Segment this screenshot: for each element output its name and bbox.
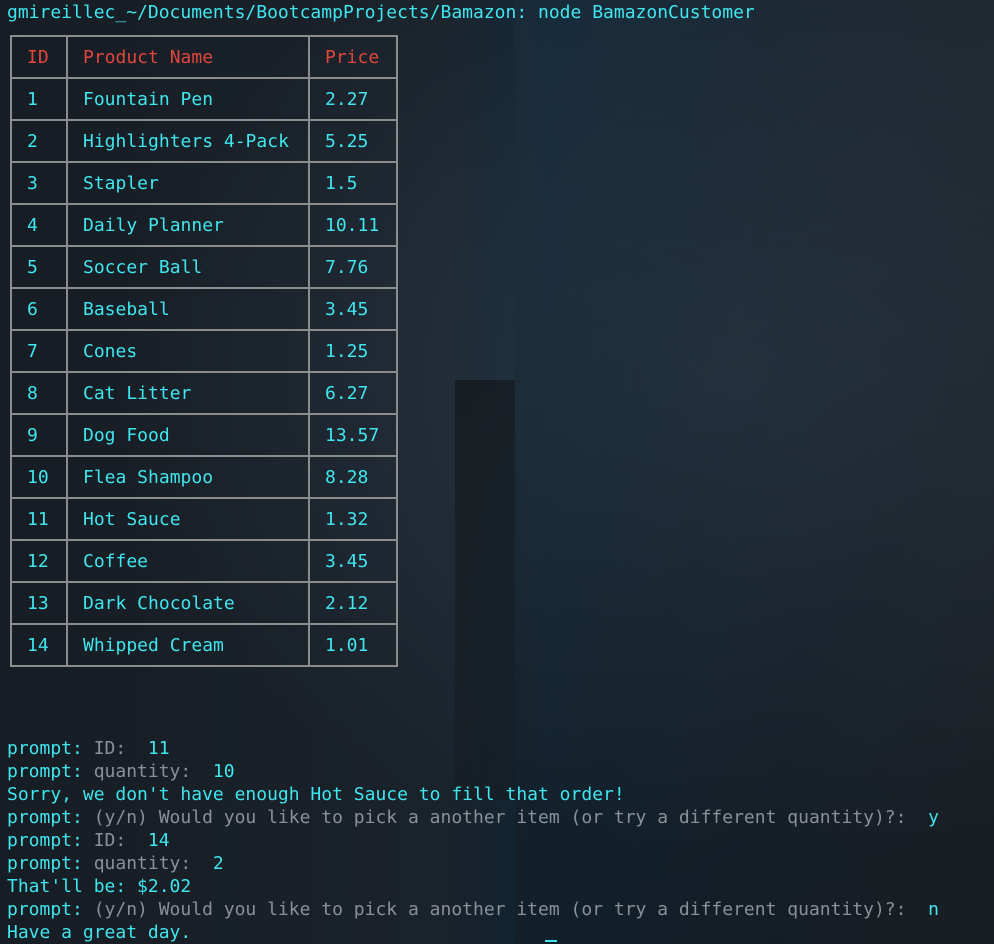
prompt-question: (y/n) Would you like to pick a another i… bbox=[93, 899, 907, 920]
cell-id: 12 bbox=[10, 539, 68, 583]
prompt-prefix: prompt: bbox=[7, 853, 94, 874]
table-row: 1 Fountain Pen 2.27 bbox=[10, 77, 398, 121]
cell-id: 10 bbox=[10, 455, 68, 499]
prompt-line: prompt: (y/n) Would you like to pick a a… bbox=[7, 898, 939, 921]
prompt-answer: 2 bbox=[191, 853, 224, 874]
cell-id: 3 bbox=[10, 161, 68, 205]
prompt-prefix: prompt: bbox=[7, 738, 94, 759]
table-row: 14 Whipped Cream 1.01 bbox=[10, 623, 398, 667]
prompt-line: prompt: ID: 14 bbox=[7, 829, 170, 852]
cell-price: 1.5 bbox=[308, 161, 398, 205]
table-row: 11 Hot Sauce 1.32 bbox=[10, 497, 398, 541]
cell-price: 3.45 bbox=[308, 539, 398, 583]
prompt-answer: n bbox=[906, 899, 939, 920]
prompt-answer: 14 bbox=[126, 830, 170, 851]
cell-price: 2.12 bbox=[308, 581, 398, 625]
terminal-window[interactable]: gmireillec_~/Documents/BootcampProjects/… bbox=[0, 0, 994, 944]
prompt-prefix: prompt: bbox=[7, 761, 94, 782]
prompt-question: ID: bbox=[93, 738, 127, 759]
prompt-line: prompt: (y/n) Would you like to pick a a… bbox=[7, 806, 939, 829]
prompt-prefix: prompt: bbox=[7, 830, 94, 851]
table-row: 12 Coffee 3.45 bbox=[10, 539, 398, 583]
table-row: 8 Cat Litter 6.27 bbox=[10, 371, 398, 415]
cell-price: 7.76 bbox=[308, 245, 398, 289]
cell-id: 4 bbox=[10, 203, 68, 247]
cursor-caret bbox=[545, 940, 557, 942]
table-row: 4 Daily Planner 10.11 bbox=[10, 203, 398, 247]
cell-price: 5.25 bbox=[308, 119, 398, 163]
table-row: 13 Dark Chocolate 2.12 bbox=[10, 581, 398, 625]
product-table: ID Product Name Price 1 Fountain Pen 2.27 2… bbox=[10, 35, 398, 667]
cell-id: 7 bbox=[10, 329, 68, 373]
cell-id: 6 bbox=[10, 287, 68, 331]
prompt-question: quantity: bbox=[93, 853, 192, 874]
prompt-line: prompt: quantity: 10 bbox=[7, 760, 235, 783]
cell-product-name: Soccer Ball bbox=[66, 245, 310, 289]
prompt-answer: 10 bbox=[191, 761, 235, 782]
cell-price: 13.57 bbox=[308, 413, 398, 457]
cell-price: 1.32 bbox=[308, 497, 398, 541]
column-header-product-name: Product Name bbox=[66, 35, 310, 79]
cell-product-name: Cat Litter bbox=[66, 371, 310, 415]
table-row: 9 Dog Food 13.57 bbox=[10, 413, 398, 457]
prompt-line: prompt: quantity: 2 bbox=[7, 852, 224, 875]
cell-product-name: Hot Sauce bbox=[66, 497, 310, 541]
cell-id: 13 bbox=[10, 581, 68, 625]
column-header-price: Price bbox=[308, 35, 398, 79]
table-row: 3 Stapler 1.5 bbox=[10, 161, 398, 205]
output-message: Have a great day. bbox=[7, 922, 192, 943]
prompt-answer: 11 bbox=[126, 738, 170, 759]
prompt-answer: y bbox=[906, 807, 939, 828]
table-row: 5 Soccer Ball 7.76 bbox=[10, 245, 398, 289]
cell-id: 9 bbox=[10, 413, 68, 457]
cell-id: 11 bbox=[10, 497, 68, 541]
shell-command-line: gmireillec_~/Documents/BootcampProjects/… bbox=[7, 2, 755, 23]
output-message: Sorry, we don't have enough Hot Sauce to… bbox=[7, 784, 625, 805]
background-pillar bbox=[455, 380, 515, 800]
table-row: 10 Flea Shampoo 8.28 bbox=[10, 455, 398, 499]
cell-price: 8.28 bbox=[308, 455, 398, 499]
prompt-question: quantity: bbox=[93, 761, 192, 782]
cell-product-name: Highlighters 4-Pack bbox=[66, 119, 310, 163]
cell-id: 1 bbox=[10, 77, 68, 121]
cell-product-name: Daily Planner bbox=[66, 203, 310, 247]
output-message: That'll be: $2.02 bbox=[7, 876, 192, 897]
cell-product-name: Whipped Cream bbox=[66, 623, 310, 667]
cell-id: 14 bbox=[10, 623, 68, 667]
prompt-question: (y/n) Would you like to pick a another i… bbox=[93, 807, 907, 828]
table-row: 7 Cones 1.25 bbox=[10, 329, 398, 373]
cell-product-name: Coffee bbox=[66, 539, 310, 583]
cell-product-name: Dark Chocolate bbox=[66, 581, 310, 625]
cell-product-name: Dog Food bbox=[66, 413, 310, 457]
cell-product-name: Baseball bbox=[66, 287, 310, 331]
prompt-question: ID: bbox=[93, 830, 127, 851]
cell-product-name: Flea Shampoo bbox=[66, 455, 310, 499]
cell-price: 1.25 bbox=[308, 329, 398, 373]
table-header-row: ID Product Name Price bbox=[10, 35, 398, 79]
cell-product-name: Cones bbox=[66, 329, 310, 373]
cell-product-name: Stapler bbox=[66, 161, 310, 205]
prompt-prefix: prompt: bbox=[7, 807, 94, 828]
table-row: 6 Baseball 3.45 bbox=[10, 287, 398, 331]
cell-price: 2.27 bbox=[308, 77, 398, 121]
cell-id: 5 bbox=[10, 245, 68, 289]
prompt-line: prompt: ID: 11 bbox=[7, 737, 170, 760]
prompt-prefix: prompt: bbox=[7, 899, 94, 920]
table-row: 2 Highlighters 4-Pack 5.25 bbox=[10, 119, 398, 163]
cell-product-name: Fountain Pen bbox=[66, 77, 310, 121]
cell-id: 2 bbox=[10, 119, 68, 163]
cell-id: 8 bbox=[10, 371, 68, 415]
cell-price: 3.45 bbox=[308, 287, 398, 331]
cell-price: 10.11 bbox=[308, 203, 398, 247]
column-header-id: ID bbox=[10, 35, 68, 79]
cell-price: 1.01 bbox=[308, 623, 398, 667]
cell-price: 6.27 bbox=[308, 371, 398, 415]
